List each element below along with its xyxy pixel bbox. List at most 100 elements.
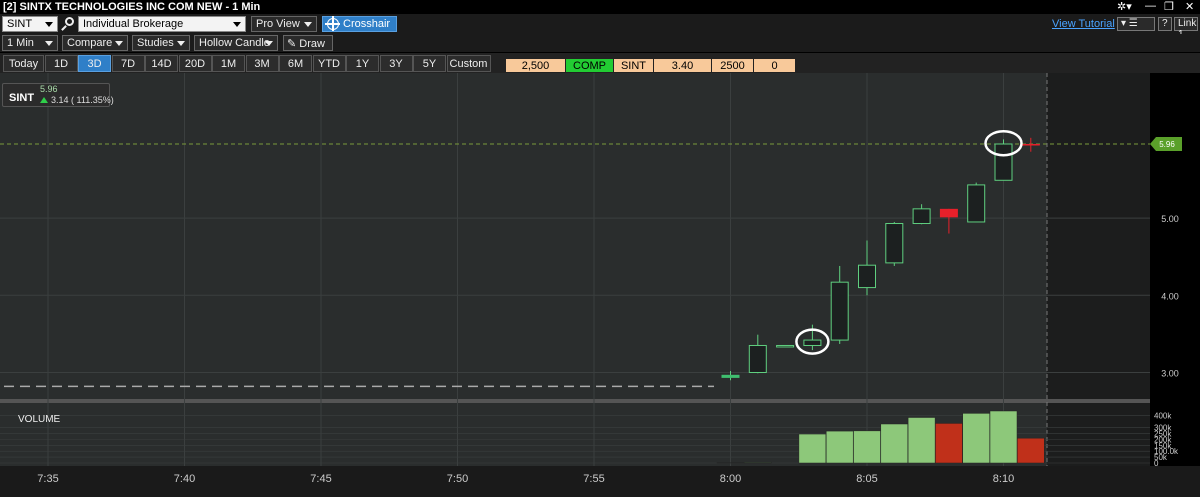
view-value: Pro View	[256, 18, 300, 30]
candle-body	[967, 184, 986, 223]
tab-1d[interactable]: 1D	[44, 55, 78, 72]
view-select[interactable]: Pro View	[251, 16, 317, 32]
symbol-input[interactable]: SINT	[2, 16, 58, 32]
x-tick-label: 8:10	[993, 473, 1014, 485]
tab-14d[interactable]: 14D	[145, 55, 178, 72]
help-button[interactable]: ?	[1158, 17, 1172, 31]
quote-last: 5.96	[40, 84, 58, 94]
tab-ytd[interactable]: YTD	[312, 55, 346, 72]
tab-20d[interactable]: 20D	[178, 55, 212, 72]
x-tick-label: 7:45	[310, 473, 331, 485]
studies-select[interactable]: Studies	[132, 35, 190, 51]
candle-body	[1021, 144, 1040, 146]
order-status: COMP	[565, 58, 614, 73]
link-button[interactable]: Link 1	[1174, 17, 1198, 40]
order-price: 3.40	[653, 58, 712, 73]
compare-label: Compare	[67, 37, 113, 49]
order-remaining: 0	[753, 58, 796, 73]
chart-toolbar: 1 Min Compare Studies Hollow Candle ✎ Dr…	[0, 34, 1200, 52]
tab-1y[interactable]: 1Y	[346, 55, 379, 72]
future-area	[1047, 73, 1150, 399]
tab-5y[interactable]: 5Y	[413, 55, 446, 72]
x-tick-label: 7:40	[174, 473, 195, 485]
tab-custom[interactable]: Custom	[446, 55, 491, 72]
chevron-down-icon	[43, 37, 55, 49]
x-tick-label: 7:50	[447, 473, 468, 485]
compare-select[interactable]: Compare	[62, 35, 128, 51]
y-tick-label: 4.00	[1161, 291, 1179, 301]
search-icon[interactable]	[61, 17, 76, 31]
volume-bar	[853, 430, 881, 464]
x-tick-label: 7:55	[583, 473, 604, 485]
volume-bar	[825, 430, 854, 464]
candle-body	[885, 223, 904, 264]
volume-future-area	[1047, 403, 1150, 466]
candle-body	[748, 344, 767, 373]
volume-label: VOLUME	[18, 414, 61, 425]
chevron-down-icon	[263, 37, 275, 49]
title-bar: [2] SINTX TECHNOLOGIES INC COM NEW - 1 M…	[0, 0, 1200, 14]
candle-body	[912, 208, 931, 225]
tab-3d[interactable]: 3D	[78, 55, 111, 72]
candle-body	[994, 143, 1013, 181]
panel-divider	[0, 399, 1150, 403]
symbol-quote-box: SINT 5.96 3.14 ( 111.35%)	[2, 83, 114, 107]
order-qty: 2,500	[505, 58, 566, 73]
symbol-value: SINT	[7, 18, 33, 30]
volume-bar	[1017, 437, 1045, 464]
chevron-down-icon	[113, 37, 125, 49]
tab-1m[interactable]: 1M	[212, 55, 245, 72]
candle-body	[858, 264, 876, 289]
chevron-down-icon[interactable]	[43, 18, 55, 30]
crosshair-button[interactable]: Crosshair	[322, 16, 398, 32]
order-row[interactable]: 2,500 COMP SINT 3.40 2500 0	[505, 58, 796, 73]
draw-button[interactable]: ✎ Draw	[283, 35, 333, 51]
tab-3m[interactable]: 3M	[245, 55, 279, 72]
x-tick-label: 8:00	[720, 473, 741, 485]
pencil-icon: ✎	[287, 38, 300, 50]
close-icon[interactable]: ✕	[1185, 0, 1194, 13]
y-tick-label: 3.00	[1161, 369, 1179, 379]
candle-body	[830, 281, 849, 341]
interval-select[interactable]: 1 Min	[2, 35, 58, 51]
order-filled: 2500	[711, 58, 754, 73]
tab-3y[interactable]: 3Y	[379, 55, 413, 72]
candle-type-select[interactable]: Hollow Candle	[194, 35, 278, 51]
settings-icon[interactable]: ✲▾	[1117, 0, 1132, 13]
volume-bar	[989, 410, 1018, 464]
account-value: Individual Brokerage	[83, 18, 184, 30]
tab-6m[interactable]: 6M	[279, 55, 312, 72]
volume-bar	[798, 433, 827, 464]
volume-bar	[744, 462, 772, 464]
price-chart[interactable]: 7:35 7:40 7:45 7:50 7:55 8:00 8:05 8:10 3.00 4.00…	[0, 73, 1200, 497]
price-axis	[1150, 73, 1200, 466]
tab-today[interactable]: Today	[3, 55, 44, 72]
candle-body	[721, 374, 740, 378]
quote-change: 3.14 ( 111.35%)	[51, 95, 114, 105]
tab-7d[interactable]: 7D	[111, 55, 145, 72]
account-select[interactable]: Individual Brokerage	[78, 16, 246, 32]
view-tutorial-link[interactable]: View Tutorial	[1052, 18, 1115, 30]
crosshair-icon	[325, 16, 340, 31]
candle-body	[776, 344, 795, 348]
volume-bar	[962, 413, 990, 464]
candle-body	[939, 208, 958, 218]
last-price-label: 5.96	[1159, 140, 1175, 149]
crosshair-label: Crosshair	[343, 18, 391, 30]
restore-icon[interactable]: ❐	[1164, 0, 1174, 13]
draw-label: Draw	[299, 38, 325, 50]
volume-bar	[935, 423, 963, 464]
candle-body	[803, 339, 822, 346]
volume-tick-label: 0	[1154, 459, 1159, 468]
menu-button[interactable]: ▾ ☰	[1117, 17, 1155, 31]
minimize-icon[interactable]: —	[1145, 0, 1156, 12]
window-title: [2] SINTX TECHNOLOGIES INC COM NEW - 1 M…	[3, 1, 261, 13]
interval-value: 1 Min	[7, 37, 34, 49]
chevron-down-icon	[231, 18, 243, 30]
candle-type-value: Hollow Candle	[199, 37, 270, 49]
y-tick-label: 5.00	[1161, 214, 1179, 224]
x-tick-label: 7:35	[37, 473, 58, 485]
price-panel	[0, 73, 1150, 399]
chevron-down-icon	[175, 37, 187, 49]
main-toolbar: SINT Individual Brokerage Pro View Cross…	[0, 14, 1200, 40]
